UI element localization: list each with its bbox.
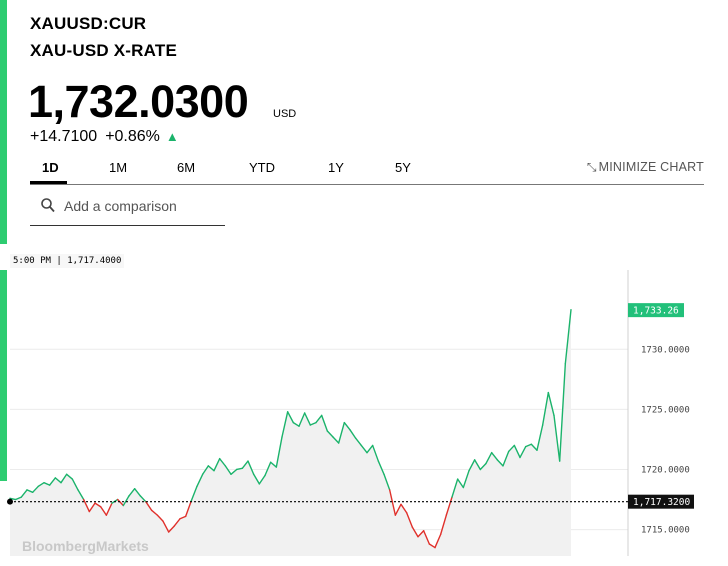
last-price-label: 1,733.26 [633,306,679,317]
y-tick-label: 1725.0000 [641,405,690,415]
price-area [10,309,571,556]
previous-close-marker [7,498,13,505]
y-tick-label: 1720.0000 [641,465,690,475]
price-chart[interactable]: 1715.0000 1720.0000 1725.0000 1730.0000 1,71… [0,0,728,566]
y-tick-label: 1715.0000 [641,526,690,536]
y-tick-label: 1730.0000 [641,345,690,355]
previous-close-label: 1,717.3200 [633,497,690,508]
bloomberg-watermark: BloombergMarkets [22,538,149,554]
